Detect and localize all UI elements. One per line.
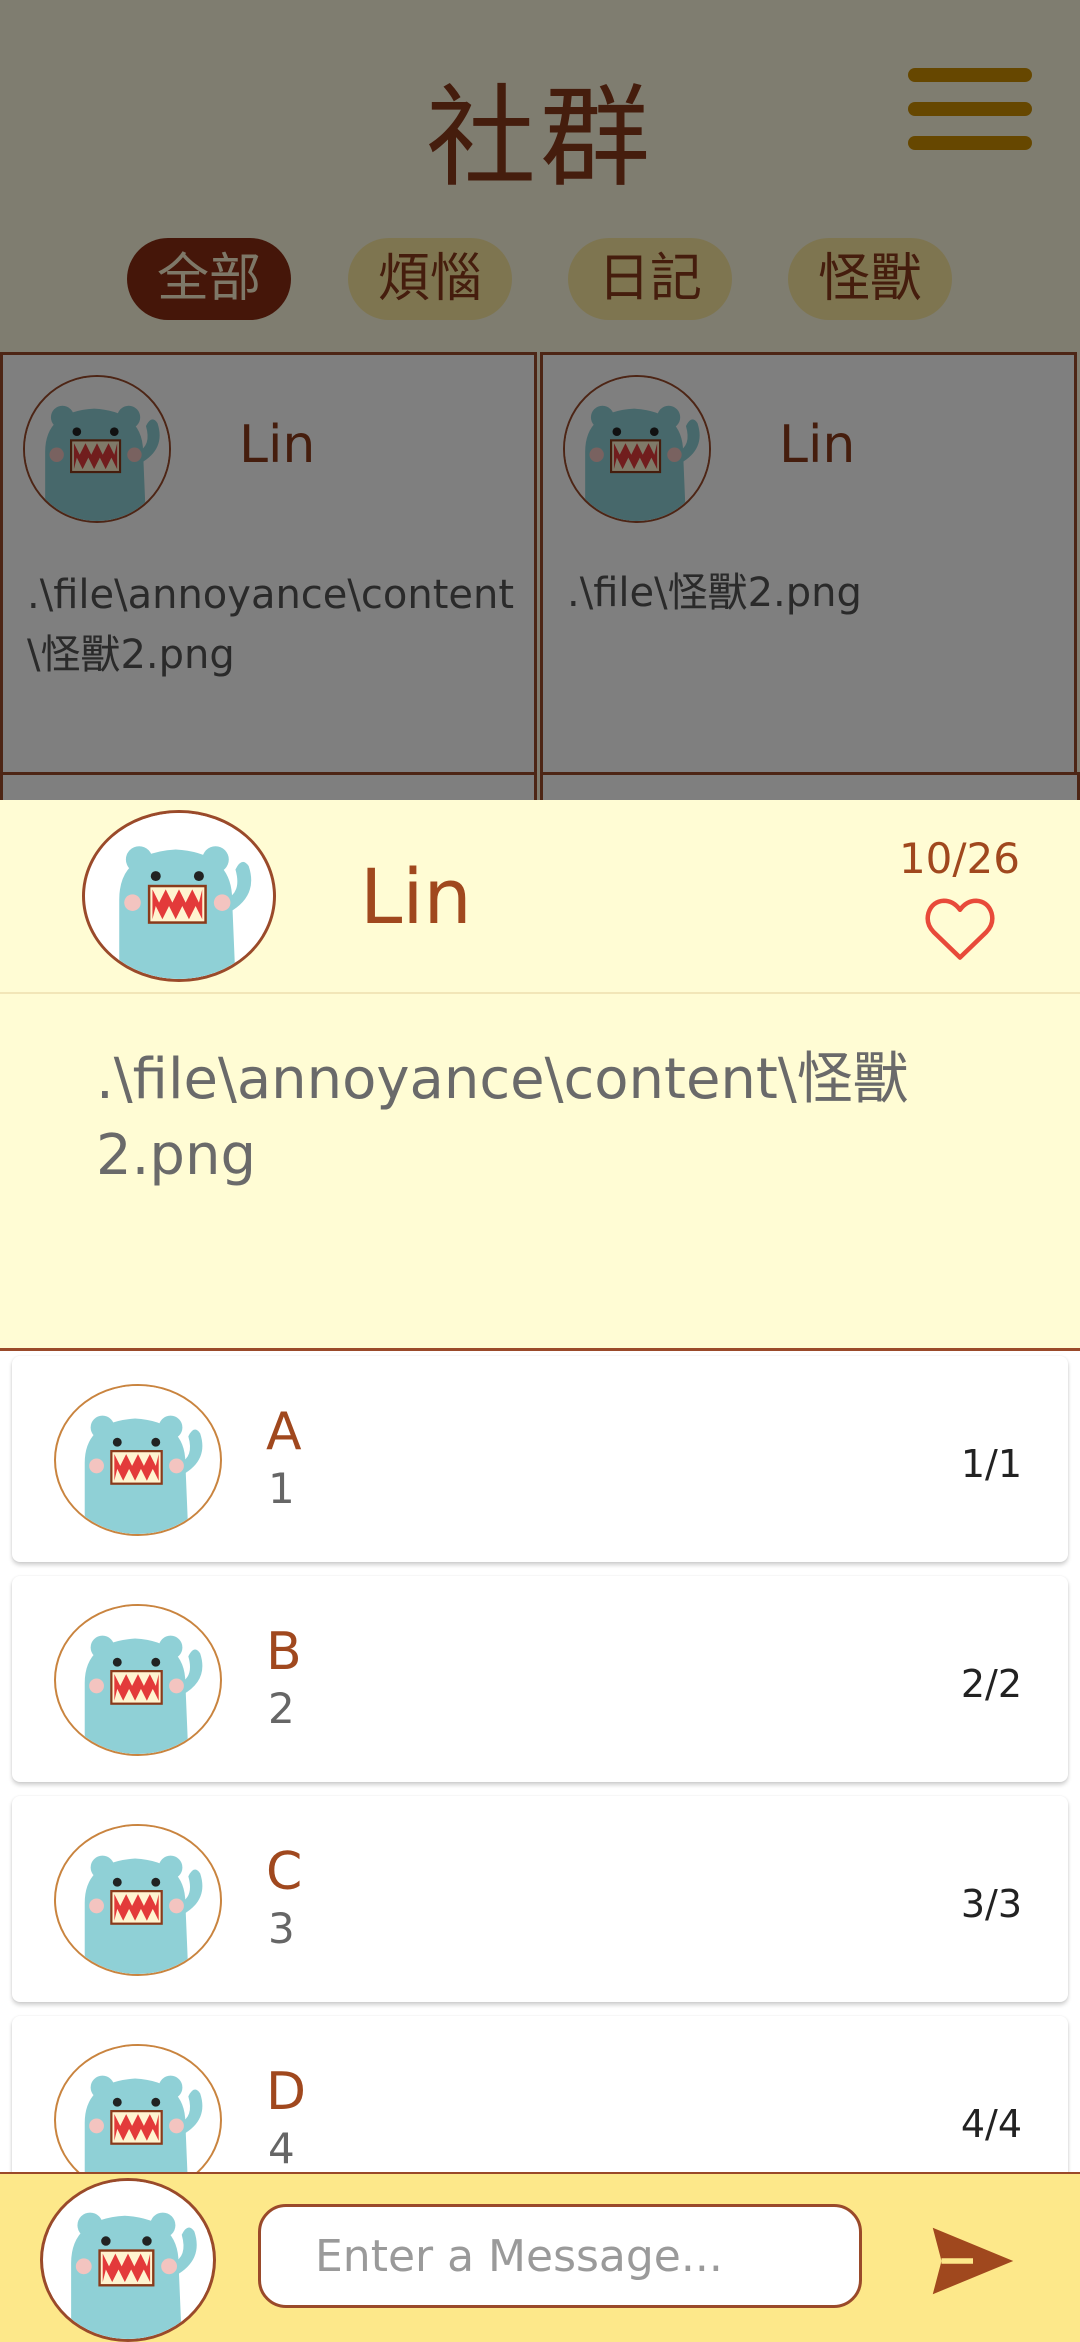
send-icon[interactable]: [930, 2226, 1016, 2296]
post-content: .\file\annoyance\content\怪獸2.png: [96, 1047, 909, 1188]
heart-icon[interactable]: [924, 896, 996, 962]
avatar: [54, 2044, 222, 2172]
comment-message: 3: [268, 1904, 295, 1953]
list-item[interactable]: B 2 2/2: [12, 1576, 1068, 1782]
comment-author: D: [266, 2062, 307, 2122]
post-detail-sheet: Lin 10/26 .\file\annoyance\content\怪獸2.p…: [0, 800, 1080, 2340]
comment-author: C: [266, 1842, 303, 1902]
list-item[interactable]: C 3 3/3: [12, 1796, 1068, 2002]
avatar: [54, 1604, 222, 1756]
message-composer: [0, 2172, 1080, 2342]
post-author: Lin: [360, 852, 472, 941]
comment-author: A: [266, 1402, 302, 1462]
modal-scrim[interactable]: [0, 0, 1080, 800]
comment-date: 1/1: [960, 1442, 1022, 1486]
avatar: [54, 1824, 222, 1976]
list-item[interactable]: A 1 1/1: [12, 1356, 1068, 1562]
message-input[interactable]: [258, 2204, 862, 2308]
comment-message: 4: [268, 2124, 295, 2172]
avatar: [40, 2178, 216, 2342]
comment-list[interactable]: A 1 1/1 B 2 2/2 C 3 3/3 D 4 4/4: [0, 1352, 1080, 2172]
list-item[interactable]: D 4 4/4: [12, 2016, 1068, 2172]
comment-date: 2/2: [960, 1662, 1022, 1706]
post-body: .\file\annoyance\content\怪獸2.png: [0, 994, 1080, 1351]
comment-date: 4/4: [960, 2102, 1022, 2146]
like-count: 10/26: [898, 834, 1020, 883]
avatar: [82, 810, 276, 982]
comment-author: B: [266, 1622, 302, 1682]
avatar: [54, 1384, 222, 1536]
comment-message: 2: [268, 1684, 295, 1733]
comment-date: 3/3: [960, 1882, 1022, 1926]
post-header: Lin 10/26: [0, 800, 1080, 994]
comment-message: 1: [268, 1464, 295, 1513]
